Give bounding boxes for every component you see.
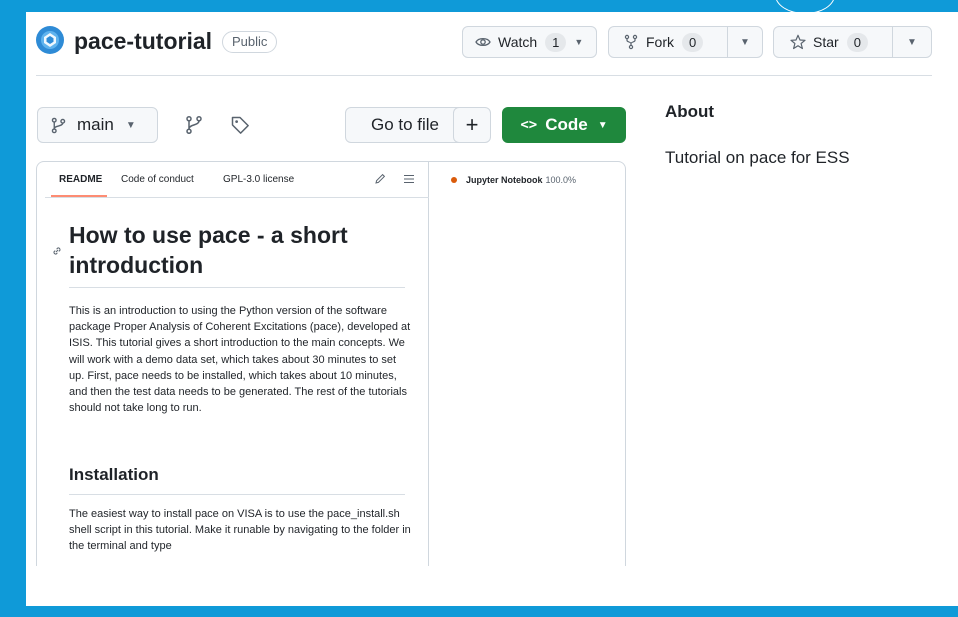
code-icon: <> [520,117,538,133]
readme-column: README Code of conduct GPL-3.0 license H… [45,162,429,566]
readme-heading: How to use pace - a short introduction [69,222,348,278]
branch-icon [50,117,67,134]
installation-paragraph: The easiest way to install pace on VISA … [69,508,411,553]
watch-label: Watch [498,34,538,50]
fork-button[interactable]: Fork 0 [608,26,728,58]
code-button[interactable]: <> Code ▼ [502,107,626,143]
readme-tabbar: README Code of conduct GPL-3.0 license [45,162,429,198]
tab-readme[interactable]: README [59,174,102,185]
screenshot-frame: pace-tutorial Public Watch 1 ▼ Fork 0 ▼ … [0,0,958,617]
frame-border-left [0,0,26,617]
fork-dropdown-button[interactable]: ▼ [727,26,763,58]
repo-avatar-icon[interactable] [36,26,64,54]
code-label: Code [545,115,588,134]
branches-icon[interactable] [184,115,204,135]
fork-label: Fork [646,34,674,50]
star-label: Star [813,34,839,50]
tag-icon[interactable] [230,115,250,135]
heading-rule [69,287,405,288]
star-button[interactable]: Star 0 [773,26,893,58]
outline-list-icon[interactable] [402,172,416,186]
repo-page: pace-tutorial Public Watch 1 ▼ Fork 0 ▼ … [26,12,958,606]
header-divider [36,75,932,76]
fork-count: 0 [682,32,704,52]
chevron-down-icon: ▼ [597,119,608,131]
repo-name-link[interactable]: pace-tutorial [74,26,212,56]
chevron-down-icon: ▼ [125,119,136,131]
fork-icon [623,34,639,50]
star-count: 0 [846,32,868,52]
tab-code-of-conduct[interactable]: Code of conduct [121,174,194,185]
watch-count: 1 [545,32,567,52]
tab-license[interactable]: GPL-3.0 license [223,174,294,185]
eye-icon [475,34,491,50]
section-rule [69,494,405,495]
link-icon[interactable] [51,244,63,256]
pencil-icon[interactable] [373,172,387,186]
chevron-down-icon: ▼ [740,36,750,48]
language-stat: Jupyter Notebook 100.0% [451,175,576,185]
branch-name: main [77,115,114,134]
language-color-dot [451,177,457,183]
frame-border-bottom [0,606,958,617]
star-icon [790,34,806,50]
add-file-button[interactable]: + [453,107,491,143]
readme-intro-paragraph: This is an introduction to using the Pyt… [69,305,411,415]
star-dropdown-button[interactable]: ▼ [892,26,932,58]
about-heading: About [665,102,715,121]
visibility-badge: Public [222,31,278,53]
chevron-down-icon: ▼ [907,36,917,48]
watch-button[interactable]: Watch 1 ▼ [462,26,597,58]
chevron-down-icon: ▼ [574,37,584,47]
language-percent: 100.0% [545,175,577,185]
about-description: Tutorial on pace for ESS [665,148,850,167]
language-name: Jupyter Notebook [466,175,543,185]
readme-panel: README Code of conduct GPL-3.0 license H… [36,161,626,566]
installation-heading: Installation [69,465,159,484]
go-to-file-button[interactable]: Go to file [345,107,465,143]
branch-select-button[interactable]: main ▼ [37,107,158,143]
active-tab-indicator [51,195,107,197]
